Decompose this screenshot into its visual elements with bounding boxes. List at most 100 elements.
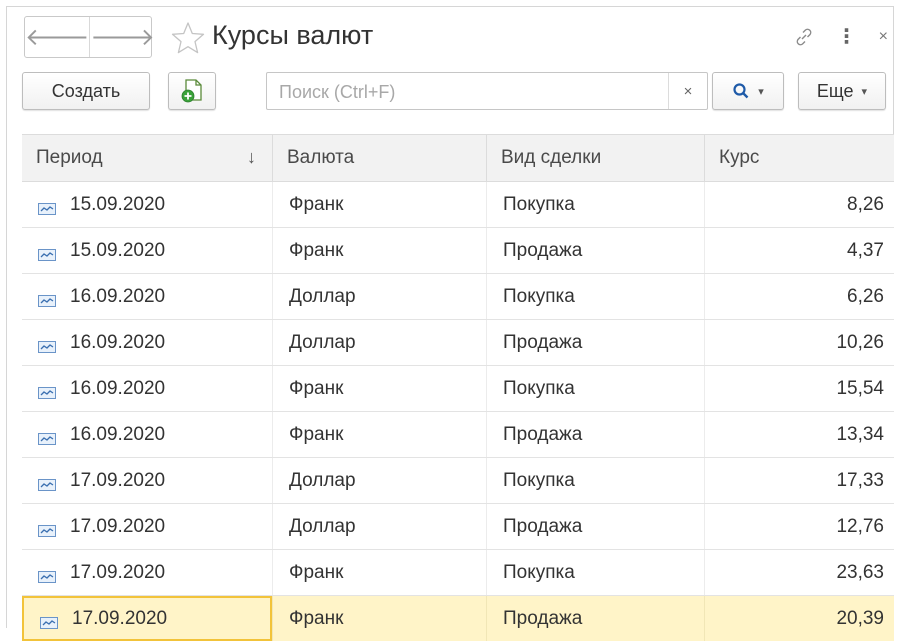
clear-search-button[interactable]: × [668, 73, 707, 109]
cell-text: 15.09.2020 [70, 239, 166, 261]
cell-text: 16.09.2020 [70, 285, 166, 307]
table-row[interactable]: 15.09.2020 Франк Продажа 4,37 [22, 228, 894, 274]
cell-text: Франк [289, 607, 344, 629]
cell-currency[interactable]: Франк [272, 228, 486, 273]
window-tools: ⋮ × [793, 22, 888, 52]
search-box: × [266, 72, 708, 111]
cell-deal-type[interactable]: Покупка [486, 274, 704, 319]
more-actions-icon[interactable]: ⋮ [837, 27, 857, 47]
cell-deal-type[interactable]: Продажа [486, 228, 704, 273]
more-button[interactable]: Еще ▾ [798, 72, 886, 110]
rates-table: Период ↓ Валюта Вид сделки Курс 15.09.20… [22, 134, 894, 641]
cell-period[interactable]: 17.09.2020 [22, 504, 272, 549]
cell-currency[interactable]: Франк [272, 366, 486, 411]
create-button[interactable]: Создать [22, 72, 150, 110]
record-icon [38, 245, 56, 261]
cell-text: Доллар [289, 285, 356, 307]
cell-deal-type[interactable]: Покупка [486, 550, 704, 595]
record-icon [38, 567, 56, 583]
cell-rate[interactable]: 15,54 [704, 366, 894, 411]
find-button[interactable]: ▾ [712, 72, 784, 110]
clear-icon: × [683, 82, 693, 100]
table-row[interactable]: 16.09.2020 Доллар Покупка 6,26 [22, 274, 894, 320]
cell-deal-type[interactable]: Покупка [486, 182, 704, 227]
link-icon[interactable] [793, 26, 815, 48]
cell-deal-type[interactable]: Продажа [486, 596, 704, 641]
column-header-label: Вид сделки [501, 147, 602, 168]
table-row[interactable]: 17.09.2020 Франк Продажа 20,39 [22, 596, 894, 641]
table-row[interactable]: 15.09.2020 Франк Покупка 8,26 [22, 182, 894, 228]
cell-text: 23,63 [836, 561, 884, 583]
cell-text: 4,37 [847, 239, 884, 261]
cell-currency[interactable]: Франк [272, 550, 486, 595]
record-icon [38, 429, 56, 445]
cell-text: 10,26 [836, 331, 884, 353]
cell-rate[interactable]: 12,76 [704, 504, 894, 549]
cell-rate[interactable]: 17,33 [704, 458, 894, 503]
cell-period[interactable]: 16.09.2020 [22, 366, 272, 411]
page-title: Курсы валют [212, 20, 374, 50]
column-header-currency[interactable]: Валюта [272, 135, 486, 181]
table-row[interactable]: 16.09.2020 Франк Покупка 15,54 [22, 366, 894, 412]
more-button-label: Еще [816, 80, 854, 101]
toolbar: Создать × ▾ Еще ▾ [22, 72, 886, 114]
close-icon[interactable]: × [879, 28, 888, 46]
record-icon [38, 521, 56, 537]
cell-period[interactable]: 16.09.2020 [22, 412, 272, 457]
cell-deal-type[interactable]: Продажа [486, 504, 704, 549]
table-row[interactable]: 16.09.2020 Франк Продажа 13,34 [22, 412, 894, 458]
cell-rate[interactable]: 10,26 [704, 320, 894, 365]
cell-period[interactable]: 16.09.2020 [22, 320, 272, 365]
cell-deal-type[interactable]: Покупка [486, 458, 704, 503]
cell-period[interactable]: 17.09.2020 [22, 550, 272, 595]
cell-text: 16.09.2020 [70, 377, 166, 399]
cell-currency[interactable]: Доллар [272, 274, 486, 319]
cell-text: 17.09.2020 [70, 469, 166, 491]
cell-rate[interactable]: 8,26 [704, 182, 894, 227]
cell-text: 6,26 [847, 285, 884, 307]
cell-rate[interactable]: 13,34 [704, 412, 894, 457]
cell-deal-type[interactable]: Покупка [486, 366, 704, 411]
cell-text: 15,54 [836, 377, 884, 399]
cell-deal-type[interactable]: Продажа [486, 320, 704, 365]
table-row[interactable]: 17.09.2020 Франк Покупка 23,63 [22, 550, 894, 596]
cell-period[interactable]: 16.09.2020 [22, 274, 272, 319]
column-header-period[interactable]: Период ↓ [22, 135, 272, 181]
cell-currency[interactable]: Доллар [272, 320, 486, 365]
cell-currency[interactable]: Франк [272, 182, 486, 227]
cell-currency[interactable]: Франк [272, 596, 486, 641]
cell-currency[interactable]: Доллар [272, 458, 486, 503]
column-header-rate[interactable]: Курс [704, 135, 894, 181]
copy-button[interactable] [168, 72, 216, 110]
chevron-down-icon: ▾ [758, 85, 764, 98]
cell-rate[interactable]: 20,39 [704, 596, 894, 641]
favorite-star-icon[interactable] [170, 20, 206, 56]
cell-text: Доллар [289, 515, 356, 537]
cell-period[interactable]: 15.09.2020 [22, 228, 272, 273]
search-input[interactable] [277, 73, 661, 111]
cell-text: Продажа [503, 607, 583, 629]
cell-rate[interactable]: 4,37 [704, 228, 894, 273]
table-row[interactable]: 16.09.2020 Доллар Продажа 10,26 [22, 320, 894, 366]
cell-rate[interactable]: 6,26 [704, 274, 894, 319]
cell-text: Продажа [503, 239, 583, 261]
back-button[interactable]: 🡐 [25, 17, 89, 57]
cell-period[interactable]: 15.09.2020 [22, 182, 272, 227]
table-row[interactable]: 17.09.2020 Доллар Покупка 17,33 [22, 458, 894, 504]
cell-deal-type[interactable]: Продажа [486, 412, 704, 457]
table-row[interactable]: 17.09.2020 Доллар Продажа 12,76 [22, 504, 894, 550]
cell-currency[interactable]: Франк [272, 412, 486, 457]
cell-text: Покупка [503, 469, 575, 491]
cell-text: Доллар [289, 469, 356, 491]
cell-text: 17.09.2020 [72, 607, 168, 629]
cell-period[interactable]: 17.09.2020 [22, 596, 272, 641]
table-body: 15.09.2020 Франк Покупка 8,26 15.09.2020 Фран… [22, 182, 894, 641]
cell-currency[interactable]: Доллар [272, 504, 486, 549]
column-header-label: Период [36, 147, 103, 168]
cell-period[interactable]: 17.09.2020 [22, 458, 272, 503]
forward-button[interactable]: 🡒 [89, 17, 155, 57]
record-icon [40, 613, 58, 629]
cell-text: Франк [289, 423, 344, 445]
column-header-deal-type[interactable]: Вид сделки [486, 135, 704, 181]
cell-rate[interactable]: 23,63 [704, 550, 894, 595]
